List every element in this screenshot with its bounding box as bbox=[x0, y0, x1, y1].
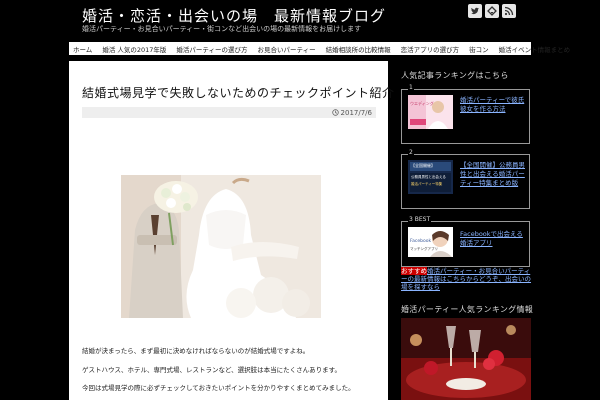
post-text-line: 今回は式場見学の際に必ずチェックしておきたいポイントを分かりやすくまとめてみまし… bbox=[82, 384, 355, 392]
site-title[interactable]: 婚活・恋活・出会いの場 最新情報ブログ bbox=[82, 5, 462, 26]
banquet-photo[interactable] bbox=[401, 318, 531, 400]
sidebar-ranking-heading: 人気記事ランキングはこちら bbox=[401, 71, 509, 80]
rank-thumb-text: ウエディング bbox=[410, 101, 434, 106]
main-article: 結婚式場見学で失敗しないためのチェックポイント紹介 2017/7/6 結婚が決ま… bbox=[69, 61, 394, 400]
ranking-item-3[interactable]: 3 BEST Facebook マッチングアプリ Facebookで出会える婚活… bbox=[401, 216, 530, 267]
ranking-item-1[interactable]: 1 ウエディング 婚活パーティーで彼氏彼女を作る方法 bbox=[401, 84, 530, 144]
clock-icon bbox=[331, 109, 339, 116]
rank-thumb-text: 【全国開催】 bbox=[411, 163, 435, 168]
rank-number: 3 BEST bbox=[408, 216, 432, 223]
nav-item-party-guide[interactable]: 婚活パーティーの選び方 bbox=[176, 44, 247, 54]
sidebar-promo-link[interactable]: おすすめ婚活パーティー・お見合いパーティーの最新情報はこちらからどうぞ、出会いの… bbox=[401, 267, 531, 291]
social-links bbox=[468, 4, 516, 18]
wedding-photo bbox=[121, 175, 321, 318]
ranking-title-1[interactable]: 婚活パーティーで彼氏彼女を作る方法 bbox=[460, 96, 526, 114]
post-date-bar: 2017/7/6 bbox=[82, 107, 376, 118]
ranking-title-3[interactable]: Facebookで出会える婚活アプリ bbox=[460, 230, 526, 248]
rank-thumbnail-1[interactable]: ウエディング bbox=[408, 95, 453, 129]
feedly-icon[interactable] bbox=[485, 4, 499, 18]
ranking-title-2[interactable]: 【全国開催】公務員男性と出会える婚活パーティー特集まとめ版 bbox=[460, 161, 526, 188]
rank-thumb-text: Facebook bbox=[410, 239, 432, 244]
post-text-line: ゲストハウス、ホテル、専門式場、レストランなど、選択肢は本当にたくさんあります。 bbox=[82, 366, 342, 374]
nav-item-omiai[interactable]: お見合いパーティー bbox=[258, 44, 316, 54]
main-nav: ホーム 婚活 人気の2017年版 婚活パーティーの選び方 お見合いパーティー 結… bbox=[69, 42, 570, 55]
rank-badge: BEST bbox=[414, 216, 431, 223]
rss-icon[interactable] bbox=[502, 4, 516, 18]
rank-thumb-text: 公務員男性と出会える bbox=[411, 175, 446, 179]
rank-thumbnail-3[interactable]: Facebook マッチングアプリ bbox=[408, 227, 453, 257]
twitter-icon[interactable] bbox=[468, 4, 482, 18]
site-description: 婚活パーティー・お見合いパーティー・街コンなど出会いの場の最新情報をお届けします bbox=[82, 25, 362, 33]
rank-number: 2 bbox=[408, 149, 414, 156]
nav-item-apps[interactable]: 恋活アプリの選び方 bbox=[401, 44, 460, 54]
ranking-item-2[interactable]: 2 【全国開催】 公務員男性と出会える 婚活パーティー特集 【全国開催】公務員男… bbox=[401, 149, 530, 209]
post-title[interactable]: 結婚式場見学で失敗しないためのチェックポイント紹介 bbox=[82, 84, 395, 101]
promo-lead: おすすめ bbox=[401, 267, 427, 275]
nav-item-popular[interactable]: 婚活 人気の2017年版 bbox=[102, 44, 166, 54]
sidebar-second-heading: 婚活パーティー人気ランキング情報 bbox=[401, 305, 534, 314]
rank-thumb-text: 婚活パーティー特集 bbox=[411, 182, 443, 186]
post-text-line: 結婚が決まったら、まず最初に決めなければならないのが結婚式場ですよね。 bbox=[82, 347, 310, 355]
post-date: 2017/7/6 bbox=[340, 108, 372, 117]
nav-item-home[interactable]: ホーム bbox=[73, 44, 92, 54]
nav-item-events[interactable]: 婚活イベント情報まとめ bbox=[499, 44, 571, 54]
nav-item-agency[interactable]: 結婚相談所の比較情報 bbox=[326, 44, 391, 54]
nav-item-machicon[interactable]: 街コン bbox=[469, 44, 489, 54]
rank-thumbnail-2[interactable]: 【全国開催】 公務員男性と出会える 婚活パーティー特集 bbox=[408, 160, 453, 194]
rank-thumb-text: マッチングアプリ bbox=[410, 247, 438, 251]
rank-number: 1 bbox=[408, 84, 414, 91]
